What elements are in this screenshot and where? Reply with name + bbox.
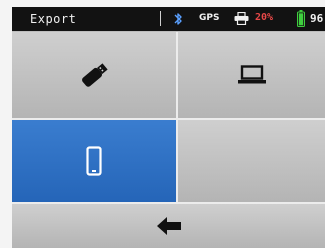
screen-title: Export (30, 12, 77, 26)
smartphone-icon (86, 146, 102, 176)
status-bar: Export GPS 20% 96 (12, 7, 325, 31)
empty-tile (178, 120, 325, 202)
back-arrow-icon (156, 217, 181, 235)
export-phone-button[interactable] (12, 120, 176, 202)
battery-icon (297, 10, 305, 27)
back-button[interactable] (12, 204, 325, 248)
export-screen: Export GPS 20% 96 (12, 7, 325, 248)
status-divider (160, 11, 161, 26)
grid-divider (12, 202, 325, 204)
export-usb-button[interactable] (12, 32, 176, 118)
export-computer-button[interactable] (178, 32, 325, 118)
printer-level: 20% (255, 12, 274, 23)
bluetooth-icon (174, 13, 182, 25)
grid-divider (12, 118, 325, 120)
laptop-icon (237, 65, 266, 84)
battery-level: 96 (310, 12, 324, 25)
grid-divider (176, 32, 178, 202)
usb-drive-icon (82, 63, 108, 87)
printer-icon (234, 12, 249, 25)
gps-indicator: GPS (199, 13, 220, 23)
